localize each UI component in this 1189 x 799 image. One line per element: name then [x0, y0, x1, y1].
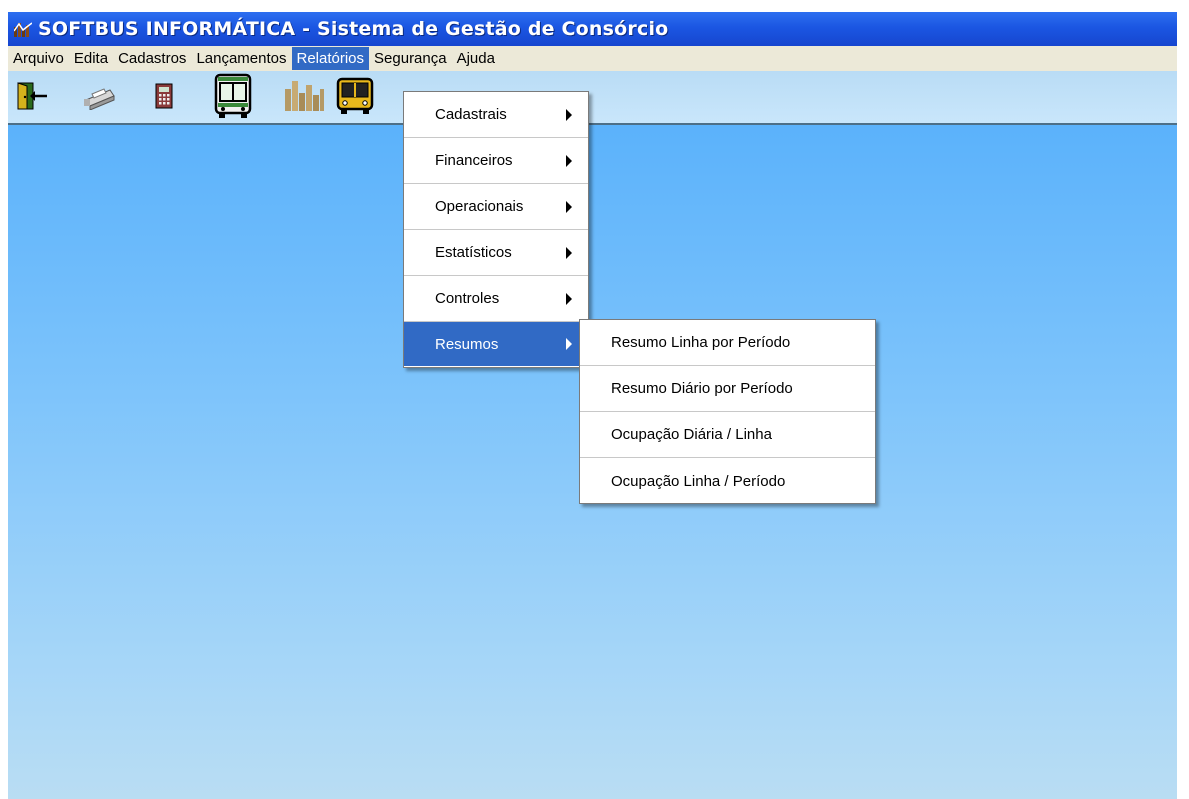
menu-bar: Arquivo Edita Cadastros Lançamentos Rela… — [8, 46, 1177, 71]
submenu-arrow-icon — [566, 200, 572, 213]
submenu-arrow-icon — [566, 292, 572, 305]
menu-item-ocupacao-linha-periodo[interactable]: Ocupação Linha / Período — [580, 458, 875, 504]
menu-item-estatisticos[interactable]: Estatísticos — [404, 230, 588, 276]
menu-seguranca[interactable]: Segurança — [369, 47, 452, 70]
menu-item-resumo-linha-periodo[interactable]: Resumo Linha por Período — [580, 320, 875, 366]
resumos-submenu: Resumo Linha por Período Resumo Diário p… — [579, 319, 876, 504]
menu-arquivo[interactable]: Arquivo — [8, 47, 69, 70]
menu-item-label: Cadastrais — [435, 106, 507, 123]
relatorios-dropdown: Cadastrais Financeiros Operacionais Esta… — [403, 91, 589, 368]
title-bar[interactable]: SOFTBUS INFORMÁTICA - Sistema de Gestão … — [8, 12, 1177, 46]
toolbar — [8, 71, 1177, 125]
menu-item-resumo-diario-periodo[interactable]: Resumo Diário por Período — [580, 366, 875, 412]
menu-item-financeiros[interactable]: Financeiros — [404, 138, 588, 184]
menu-item-label: Operacionais — [435, 198, 524, 215]
submenu-arrow-icon — [566, 108, 572, 121]
menu-edita[interactable]: Edita — [69, 47, 113, 70]
menu-item-label: Resumo Linha por Período — [611, 334, 791, 351]
submenu-arrow-icon — [566, 246, 572, 259]
main-window: SOFTBUS INFORMÁTICA - Sistema de Gestão … — [8, 12, 1177, 799]
menu-ajuda[interactable]: Ajuda — [452, 47, 500, 70]
menu-item-label: Ocupação Linha / Período — [611, 472, 786, 490]
bus-front-white-icon — [212, 73, 254, 123]
bus-front-yellow-icon — [335, 77, 375, 119]
menu-item-resumos[interactable]: Resumos — [404, 322, 588, 366]
menu-item-operacionais[interactable]: Operacionais — [404, 184, 588, 230]
menu-relatorios[interactable]: Relatórios — [291, 47, 370, 70]
menu-item-controles[interactable]: Controles — [404, 276, 588, 322]
exit-door-icon — [15, 81, 49, 115]
statistics-button[interactable] — [282, 79, 326, 117]
calculator-icon — [154, 82, 174, 114]
bus-white-button[interactable] — [210, 73, 256, 123]
submenu-arrow-icon — [566, 338, 572, 350]
menu-cadastros[interactable]: Cadastros — [113, 47, 191, 70]
print-button[interactable] — [80, 79, 118, 117]
menu-item-ocupacao-diaria-linha[interactable]: Ocupação Diária / Linha — [580, 412, 875, 458]
calculator-button[interactable] — [150, 79, 178, 117]
submenu-arrow-icon — [566, 154, 572, 167]
chart-bars-icon — [13, 21, 33, 37]
menu-item-label: Controles — [435, 290, 500, 307]
menu-item-cadastrais[interactable]: Cadastrais — [404, 92, 588, 138]
exit-button[interactable] — [14, 79, 50, 117]
menu-item-label: Resumo Diário por Período — [611, 380, 793, 397]
bar-chart-icon — [283, 79, 325, 117]
window-title: SOFTBUS INFORMÁTICA - Sistema de Gestão … — [38, 18, 669, 40]
menu-item-label: Resumos — [435, 335, 499, 353]
printer-icon — [82, 82, 116, 114]
menu-lancamentos[interactable]: Lançamentos — [191, 47, 291, 70]
menu-item-label: Financeiros — [435, 152, 513, 169]
menu-item-label: Estatísticos — [435, 244, 512, 261]
menu-item-label: Ocupação Diária / Linha — [611, 426, 772, 443]
bus-yellow-button[interactable] — [334, 77, 376, 119]
